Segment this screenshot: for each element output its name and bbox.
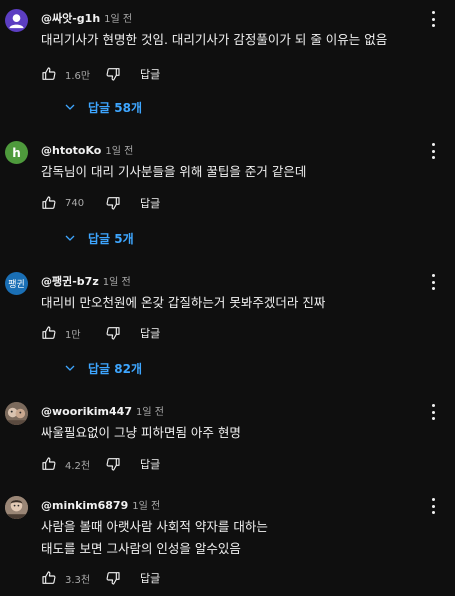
more-options-icon[interactable] [428, 141, 438, 161]
comment-actions: 4.2천 답글 [41, 455, 160, 473]
like-count: 1만 [65, 329, 81, 341]
more-options-icon[interactable] [428, 9, 438, 29]
view-replies-button[interactable]: 답글 82개 [64, 359, 142, 377]
reply-button[interactable]: 답글 [140, 456, 160, 472]
reply-button[interactable]: 답글 [140, 66, 160, 82]
more-options-icon[interactable] [428, 496, 438, 516]
avatar-letter: h [12, 145, 21, 160]
reply-button[interactable]: 답글 [140, 570, 160, 586]
comment-author[interactable]: @woorikim447 [41, 405, 132, 418]
view-replies-button[interactable]: 답글 5개 [64, 229, 134, 247]
comment-header: @htotoKo 1일 전 [41, 141, 133, 157]
comment-text: 싸울필요없이 그냥 피하면됨 아주 현명 [41, 425, 241, 440]
chevron-down-icon [65, 365, 75, 371]
thumbs-up-icon[interactable] [41, 456, 57, 472]
avatar-letter: 팽귄 [8, 280, 25, 290]
thumbs-up-icon[interactable] [41, 570, 57, 586]
reply-button[interactable]: 답글 [140, 195, 160, 211]
thumbs-down-icon[interactable] [105, 456, 121, 472]
thumbs-up-icon[interactable] [41, 66, 57, 82]
comment-author[interactable]: @htotoKo [41, 144, 101, 157]
thumbs-up-icon[interactable] [41, 195, 57, 211]
reply-button[interactable]: 답글 [140, 325, 160, 341]
comment-text: 감독님이 대리 기사분들을 위해 꿀팁을 준거 같은데 [41, 164, 307, 179]
like-count: 4.2천 [65, 460, 91, 472]
comment-time[interactable]: 1일 전 [132, 501, 160, 512]
comment-text: 대리기사가 현명한 것임. 대리기사가 감정풀이가 되 줄 이유는 없음 [41, 32, 388, 47]
comment-header: @minkim6879 1일 전 [41, 496, 160, 512]
comment-time[interactable]: 1일 전 [105, 146, 133, 157]
photo-avatar-icon [5, 402, 28, 425]
chevron-down-icon [65, 104, 75, 110]
thumbs-up-icon[interactable] [41, 325, 57, 341]
replies-label: 답글 82개 [88, 361, 142, 376]
comment-actions: 1만 답글 [41, 324, 160, 342]
comment-text: 대리비 만오천원에 온갖 갑질하는거 못봐주겠더라 진짜 [41, 295, 326, 310]
like-count: 740 [65, 197, 85, 209]
avatar[interactable] [5, 9, 28, 32]
thumbs-down-icon[interactable] [105, 325, 121, 341]
comment-header: @woorikim447 1일 전 [41, 402, 164, 418]
like-count: 3.3천 [65, 574, 91, 586]
comment-time[interactable]: 1일 전 [136, 407, 164, 418]
replies-label: 답글 5개 [88, 231, 134, 246]
replies-label: 답글 58개 [88, 100, 142, 115]
comment-time[interactable]: 1일 전 [103, 277, 131, 288]
more-options-icon[interactable] [428, 402, 438, 422]
thumbs-down-icon[interactable] [105, 195, 121, 211]
comment-header: @싸앗-g1h 1일 전 [41, 9, 132, 25]
thumbs-down-icon[interactable] [105, 570, 121, 586]
comment-author[interactable]: @싸앗-g1h [41, 12, 100, 25]
avatar[interactable] [5, 496, 28, 519]
comment-header: @팽귄-b7z 1일 전 [41, 272, 131, 288]
chevron-down-icon [65, 235, 75, 241]
avatar[interactable]: h [5, 141, 28, 164]
comment-author[interactable]: @팽귄-b7z [41, 275, 99, 288]
view-replies-button[interactable]: 답글 58개 [64, 98, 142, 116]
comment-text: 사람을 볼때 아랫사람 사회적 약자를 대하는 태도를 보면 그사람의 인성을 … [41, 519, 268, 556]
comment-actions: 3.3천 답글 [41, 569, 160, 587]
comment-actions: 740 답글 [41, 194, 160, 212]
more-options-icon[interactable] [428, 272, 438, 292]
comment-actions: 1.6만 답글 [41, 65, 160, 83]
avatar[interactable] [5, 402, 28, 425]
avatar[interactable]: 팽귄 [5, 272, 28, 295]
comment-author[interactable]: @minkim6879 [41, 499, 128, 512]
thumbs-down-icon[interactable] [105, 66, 121, 82]
photo-avatar-icon [5, 496, 28, 519]
comment-time[interactable]: 1일 전 [104, 14, 132, 25]
person-icon [9, 14, 24, 29]
like-count: 1.6만 [65, 70, 91, 82]
